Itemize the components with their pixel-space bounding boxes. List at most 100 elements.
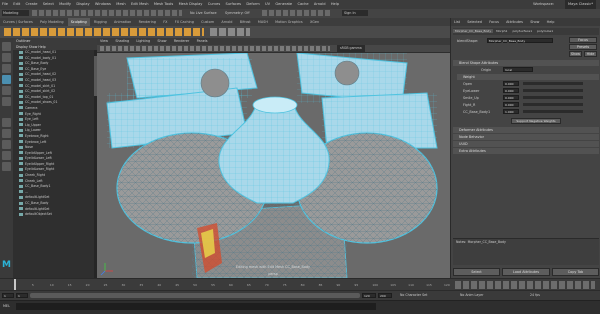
menu-edit[interactable]: Edit	[13, 0, 20, 9]
end-time-field[interactable]: 200	[378, 293, 392, 298]
section-uuid[interactable]: UUID	[453, 141, 599, 147]
menu-generate[interactable]: Generate	[275, 0, 292, 9]
select-tool-icon[interactable]	[2, 42, 11, 51]
weight-value-field[interactable]: 0.000	[503, 95, 519, 100]
shelf-tab-curves[interactable]: Curves / Surfaces	[0, 18, 36, 26]
paint-select-icon[interactable]	[2, 64, 11, 73]
outliner-menu-show[interactable]: Show	[29, 45, 38, 49]
shelf-tab-poly[interactable]: Poly Modeling	[37, 18, 66, 26]
shelf-tab-arnold[interactable]: Arnold	[218, 18, 235, 26]
blendshape-name-field[interactable]: Morpher_CC_Base_Body	[487, 38, 553, 43]
status-tool-icons[interactable]	[32, 10, 182, 16]
weight-slider[interactable]	[523, 103, 583, 106]
menu-file[interactable]: File	[2, 0, 8, 9]
notes-area[interactable]: Notes: Morpher_CC_Base_Body	[453, 238, 599, 265]
scale-tool-icon[interactable]	[2, 97, 11, 106]
menu-help[interactable]: Help	[331, 0, 339, 9]
symmetry-label[interactable]: Symmetry: Off	[225, 10, 250, 16]
menu-deform[interactable]: Deform	[246, 0, 259, 9]
character-set-dropdown[interactable]: No Character Set	[400, 293, 427, 298]
menu-select[interactable]: Select	[43, 0, 54, 9]
colorspace-dropdown[interactable]: sRGB gamma	[337, 45, 365, 52]
section-blendshape-attributes[interactable]: Blend Shape Attributes	[453, 60, 599, 66]
copy-tab-button[interactable]: Copy Tab	[552, 268, 599, 276]
rotate-tool-icon[interactable]	[2, 86, 11, 95]
shelf-tab-xgen[interactable]: XGen	[307, 18, 322, 26]
ae-menu-show[interactable]: Show	[530, 18, 539, 26]
shelf-tab-bifrost[interactable]: Bifrost	[237, 18, 254, 26]
weight-value-field[interactable]: 0.000	[503, 81, 519, 86]
menu-mesh-display[interactable]: Mesh Display	[179, 0, 203, 9]
vp-menu-view[interactable]: View	[100, 38, 108, 45]
weight-value-field[interactable]: 0.000	[503, 102, 519, 107]
menu-uv[interactable]: UV	[265, 0, 270, 9]
ae-node-tab-polysurface[interactable]: polySurface1	[510, 29, 534, 33]
shelf-tab-fx[interactable]: FX	[160, 18, 170, 26]
range-bar[interactable]	[30, 293, 360, 298]
outliner-menu-display[interactable]: Display	[16, 45, 28, 49]
ae-node-tab-morph1[interactable]: Morph1	[494, 29, 509, 33]
menu-mesh[interactable]: Mesh	[116, 0, 125, 9]
vp-menu-shading[interactable]: Shading	[115, 38, 129, 45]
ae-menu-help[interactable]: Help	[547, 18, 555, 26]
anim-layer-dropdown[interactable]: No Anim Layer	[460, 293, 483, 298]
shelf-tab-motion-graphics[interactable]: Motion Graphics	[272, 18, 306, 26]
support-negative-weights-checkbox[interactable]: Support Negative Weights	[511, 118, 561, 124]
mode-dropdown[interactable]: Modeling	[2, 10, 29, 16]
presets-button[interactable]: Presets	[569, 44, 597, 50]
menu-edit-mesh[interactable]: Edit Mesh	[131, 0, 149, 9]
section-extra-attributes[interactable]: Extra Attributes	[453, 148, 599, 154]
vp-menu-panels[interactable]: Panels	[197, 38, 208, 45]
focus-button[interactable]: Focus	[569, 37, 597, 43]
load-attributes-button[interactable]: Load Attributes	[502, 268, 550, 276]
fps-dropdown[interactable]: 24 fps	[530, 293, 540, 298]
section-deformer-attributes[interactable]: Deformer Attributes	[453, 127, 599, 133]
layout-outliner-icon[interactable]	[2, 151, 11, 160]
ae-menu-list[interactable]: List	[454, 18, 460, 26]
menu-modify[interactable]: Modify	[59, 0, 71, 9]
vp-menu-lighting[interactable]: Lighting	[136, 38, 150, 45]
select-button[interactable]: Select	[453, 268, 500, 276]
ae-menu-focus[interactable]: Focus	[489, 18, 499, 26]
shelf-tab-animation[interactable]: Animation	[111, 18, 134, 26]
sign-in-button[interactable]: Sign In	[342, 10, 368, 16]
live-surface-label[interactable]: No Live Surface	[190, 10, 217, 16]
outliner-item[interactable]: defaultObjectSet	[13, 212, 97, 218]
section-node-behavior[interactable]: Node Behavior	[453, 134, 599, 140]
playback-controls[interactable]	[455, 281, 595, 289]
workspace-dropdown[interactable]: Maya Classic*	[564, 0, 596, 9]
section-weight[interactable]: Weight	[457, 74, 599, 80]
vp-menu-renderer[interactable]: Renderer	[174, 38, 189, 45]
weight-slider[interactable]	[523, 96, 583, 99]
shelf-tab-rendering[interactable]: Rendering	[136, 18, 159, 26]
shelf-tab-rigging[interactable]: Rigging	[91, 18, 110, 26]
vp-menu-show[interactable]: Show	[157, 38, 166, 45]
shelf-tab-sculpting[interactable]: Sculpting	[67, 18, 90, 26]
menu-mesh-tools[interactable]: Mesh Tools	[154, 0, 173, 9]
weight-value-field[interactable]: 0.000	[503, 88, 519, 93]
weight-slider[interactable]	[523, 89, 583, 92]
menu-curves[interactable]: Curves	[208, 0, 220, 9]
origin-dropdown[interactable]: local	[503, 67, 533, 72]
layout-four-icon[interactable]	[2, 129, 11, 138]
outliner-menu-help[interactable]: Help	[38, 45, 45, 49]
layout-single-icon[interactable]	[2, 118, 11, 127]
playback-end-field[interactable]: 120	[362, 293, 376, 298]
menu-surfaces[interactable]: Surfaces	[225, 0, 241, 9]
playback-start-field[interactable]: 1	[16, 293, 28, 298]
viewport-toggle-icons[interactable]	[100, 46, 330, 51]
sculpt-brush-icons[interactable]	[4, 28, 204, 36]
weight-value-field[interactable]: 1.000	[503, 109, 519, 114]
mel-label[interactable]: MEL	[3, 304, 10, 308]
move-tool-icon[interactable]	[2, 75, 11, 84]
layout-graph-icon[interactable]	[2, 162, 11, 171]
ae-menu-attributes[interactable]: Attributes	[506, 18, 523, 26]
menu-windows[interactable]: Windows	[95, 0, 111, 9]
viewport-canvas[interactable]: Editing mesh with Edit Mesh CC_Base_Body…	[97, 53, 450, 278]
ae-node-tab-morpher[interactable]: Morpher_CC_Base_Body	[453, 29, 494, 33]
ae-menu-selected[interactable]: Selected	[467, 18, 482, 26]
ae-node-tab-polycube[interactable]: polyCube1	[535, 29, 555, 33]
lasso-tool-icon[interactable]	[2, 53, 11, 62]
shelf-tab-mash[interactable]: MASH	[255, 18, 271, 26]
shelf-tab-custom[interactable]: Custom	[198, 18, 217, 26]
